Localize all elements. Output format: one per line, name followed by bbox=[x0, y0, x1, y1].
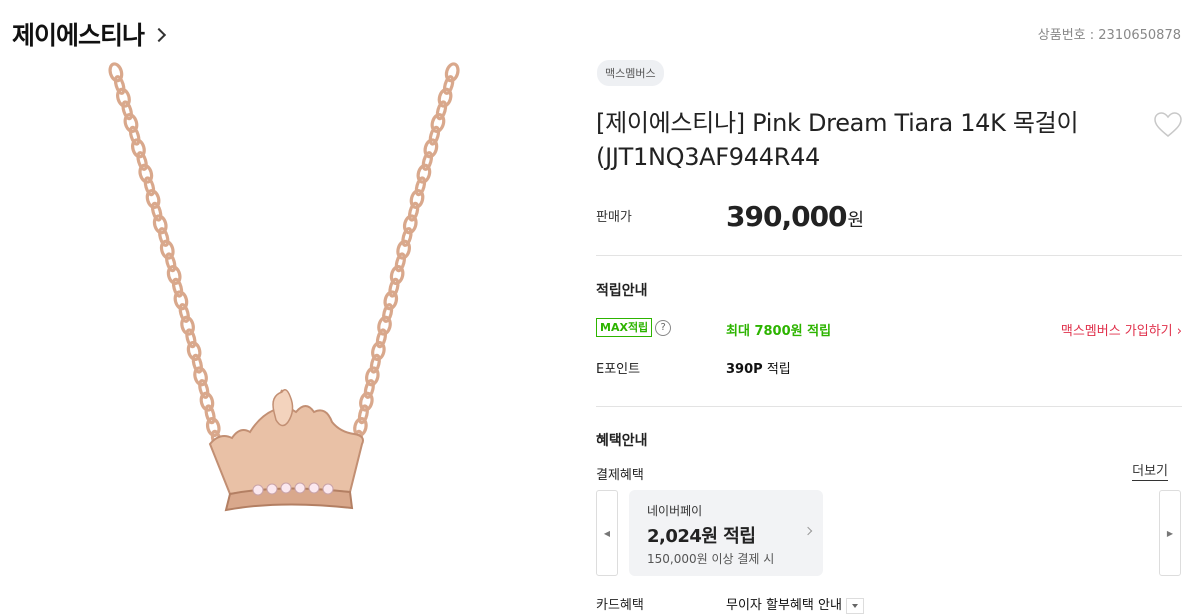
payment-benefits-label: 결제혜택 bbox=[596, 468, 644, 483]
epoint-value: 390P 적립 bbox=[726, 358, 791, 377]
benefit-card-value: 2,024원 적립 bbox=[647, 526, 756, 547]
join-link-label: 맥스멤버스 가입하기 bbox=[1060, 324, 1173, 339]
max-members-badge: 맥스멤버스 bbox=[597, 60, 664, 86]
benefit-card-condition: 150,000원 이상 결제 시 bbox=[647, 552, 775, 566]
card-benefits-row: 카드혜택 무이자 할부혜택 안내 bbox=[596, 592, 1182, 614]
chevron-left-icon: ◀ bbox=[603, 528, 611, 538]
max-points-label-group: MAX적립? bbox=[596, 318, 672, 337]
max-points-value: 최대 7800원 적립 bbox=[726, 324, 832, 339]
product-number: 상품번호 : 2310650878 bbox=[1037, 28, 1181, 43]
chevron-right-icon bbox=[803, 526, 813, 536]
brand-name: 제이에스티나 bbox=[12, 21, 145, 50]
product-title: [제이에스티나] Pink Dream Tiara 14K 목걸이 (JJT1N… bbox=[596, 109, 1079, 171]
naverpay-benefit-card[interactable]: 네이버페이 2,024원 적립 150,000원 이상 결제 시 bbox=[629, 490, 823, 576]
price-label: 판매가 bbox=[596, 210, 632, 225]
epoint-suffix: 적립 bbox=[766, 362, 791, 377]
product-image bbox=[70, 60, 510, 616]
divider bbox=[596, 255, 1182, 256]
card-benefits-dropdown[interactable]: 무이자 할부혜택 안내 bbox=[726, 594, 864, 614]
epoint-label: E포인트 bbox=[596, 362, 641, 377]
chevron-down-icon bbox=[851, 603, 858, 608]
price-unit: 원 bbox=[847, 210, 865, 231]
card-benefits-value: 무이자 할부혜택 안내 bbox=[726, 598, 842, 613]
necklace-image bbox=[108, 62, 460, 512]
brand-link[interactable]: 제이에스티나 bbox=[12, 16, 167, 52]
join-max-members-link[interactable]: 맥스멤버스 가입하기 › bbox=[1061, 320, 1182, 339]
dropdown-toggle[interactable] bbox=[845, 597, 864, 614]
payment-benefits-row: 결제혜택 bbox=[596, 462, 1182, 484]
card-benefits-label: 카드혜택 bbox=[596, 598, 644, 613]
benefits-section-title: 혜택안내 bbox=[596, 433, 648, 449]
points-section-title: 적립안내 bbox=[596, 283, 648, 299]
heart-icon[interactable] bbox=[1154, 112, 1182, 142]
crown-pendant bbox=[208, 389, 364, 512]
carousel-prev-button[interactable]: ◀ bbox=[596, 490, 618, 576]
max-points-badge: MAX적립 bbox=[596, 318, 653, 337]
price: 390,000 원 bbox=[726, 200, 864, 233]
chevron-right-icon: › bbox=[1176, 324, 1182, 339]
more-link[interactable]: 더보기 bbox=[1132, 464, 1168, 481]
help-icon[interactable]: ? bbox=[655, 319, 672, 336]
epoint-amount: 390P bbox=[726, 362, 763, 377]
price-row: 판매가 390,000 원 bbox=[596, 200, 1182, 240]
max-points-row: MAX적립? 최대 7800원 적립 맥스멤버스 가입하기 › bbox=[596, 318, 1182, 340]
chevron-right-icon: ▶ bbox=[1166, 528, 1174, 538]
divider bbox=[596, 406, 1182, 407]
price-value: 390,000 bbox=[726, 200, 848, 233]
chevron-right-icon bbox=[151, 27, 167, 43]
carousel-next-button[interactable]: ▶ bbox=[1159, 490, 1181, 576]
product-info: 맥스멤버스 [제이에스티나] Pink Dream Tiara 14K 목걸이 … bbox=[596, 60, 1182, 614]
benefit-card-name: 네이버페이 bbox=[647, 504, 703, 518]
epoint-row: E포인트 390P 적립 bbox=[596, 356, 1182, 378]
